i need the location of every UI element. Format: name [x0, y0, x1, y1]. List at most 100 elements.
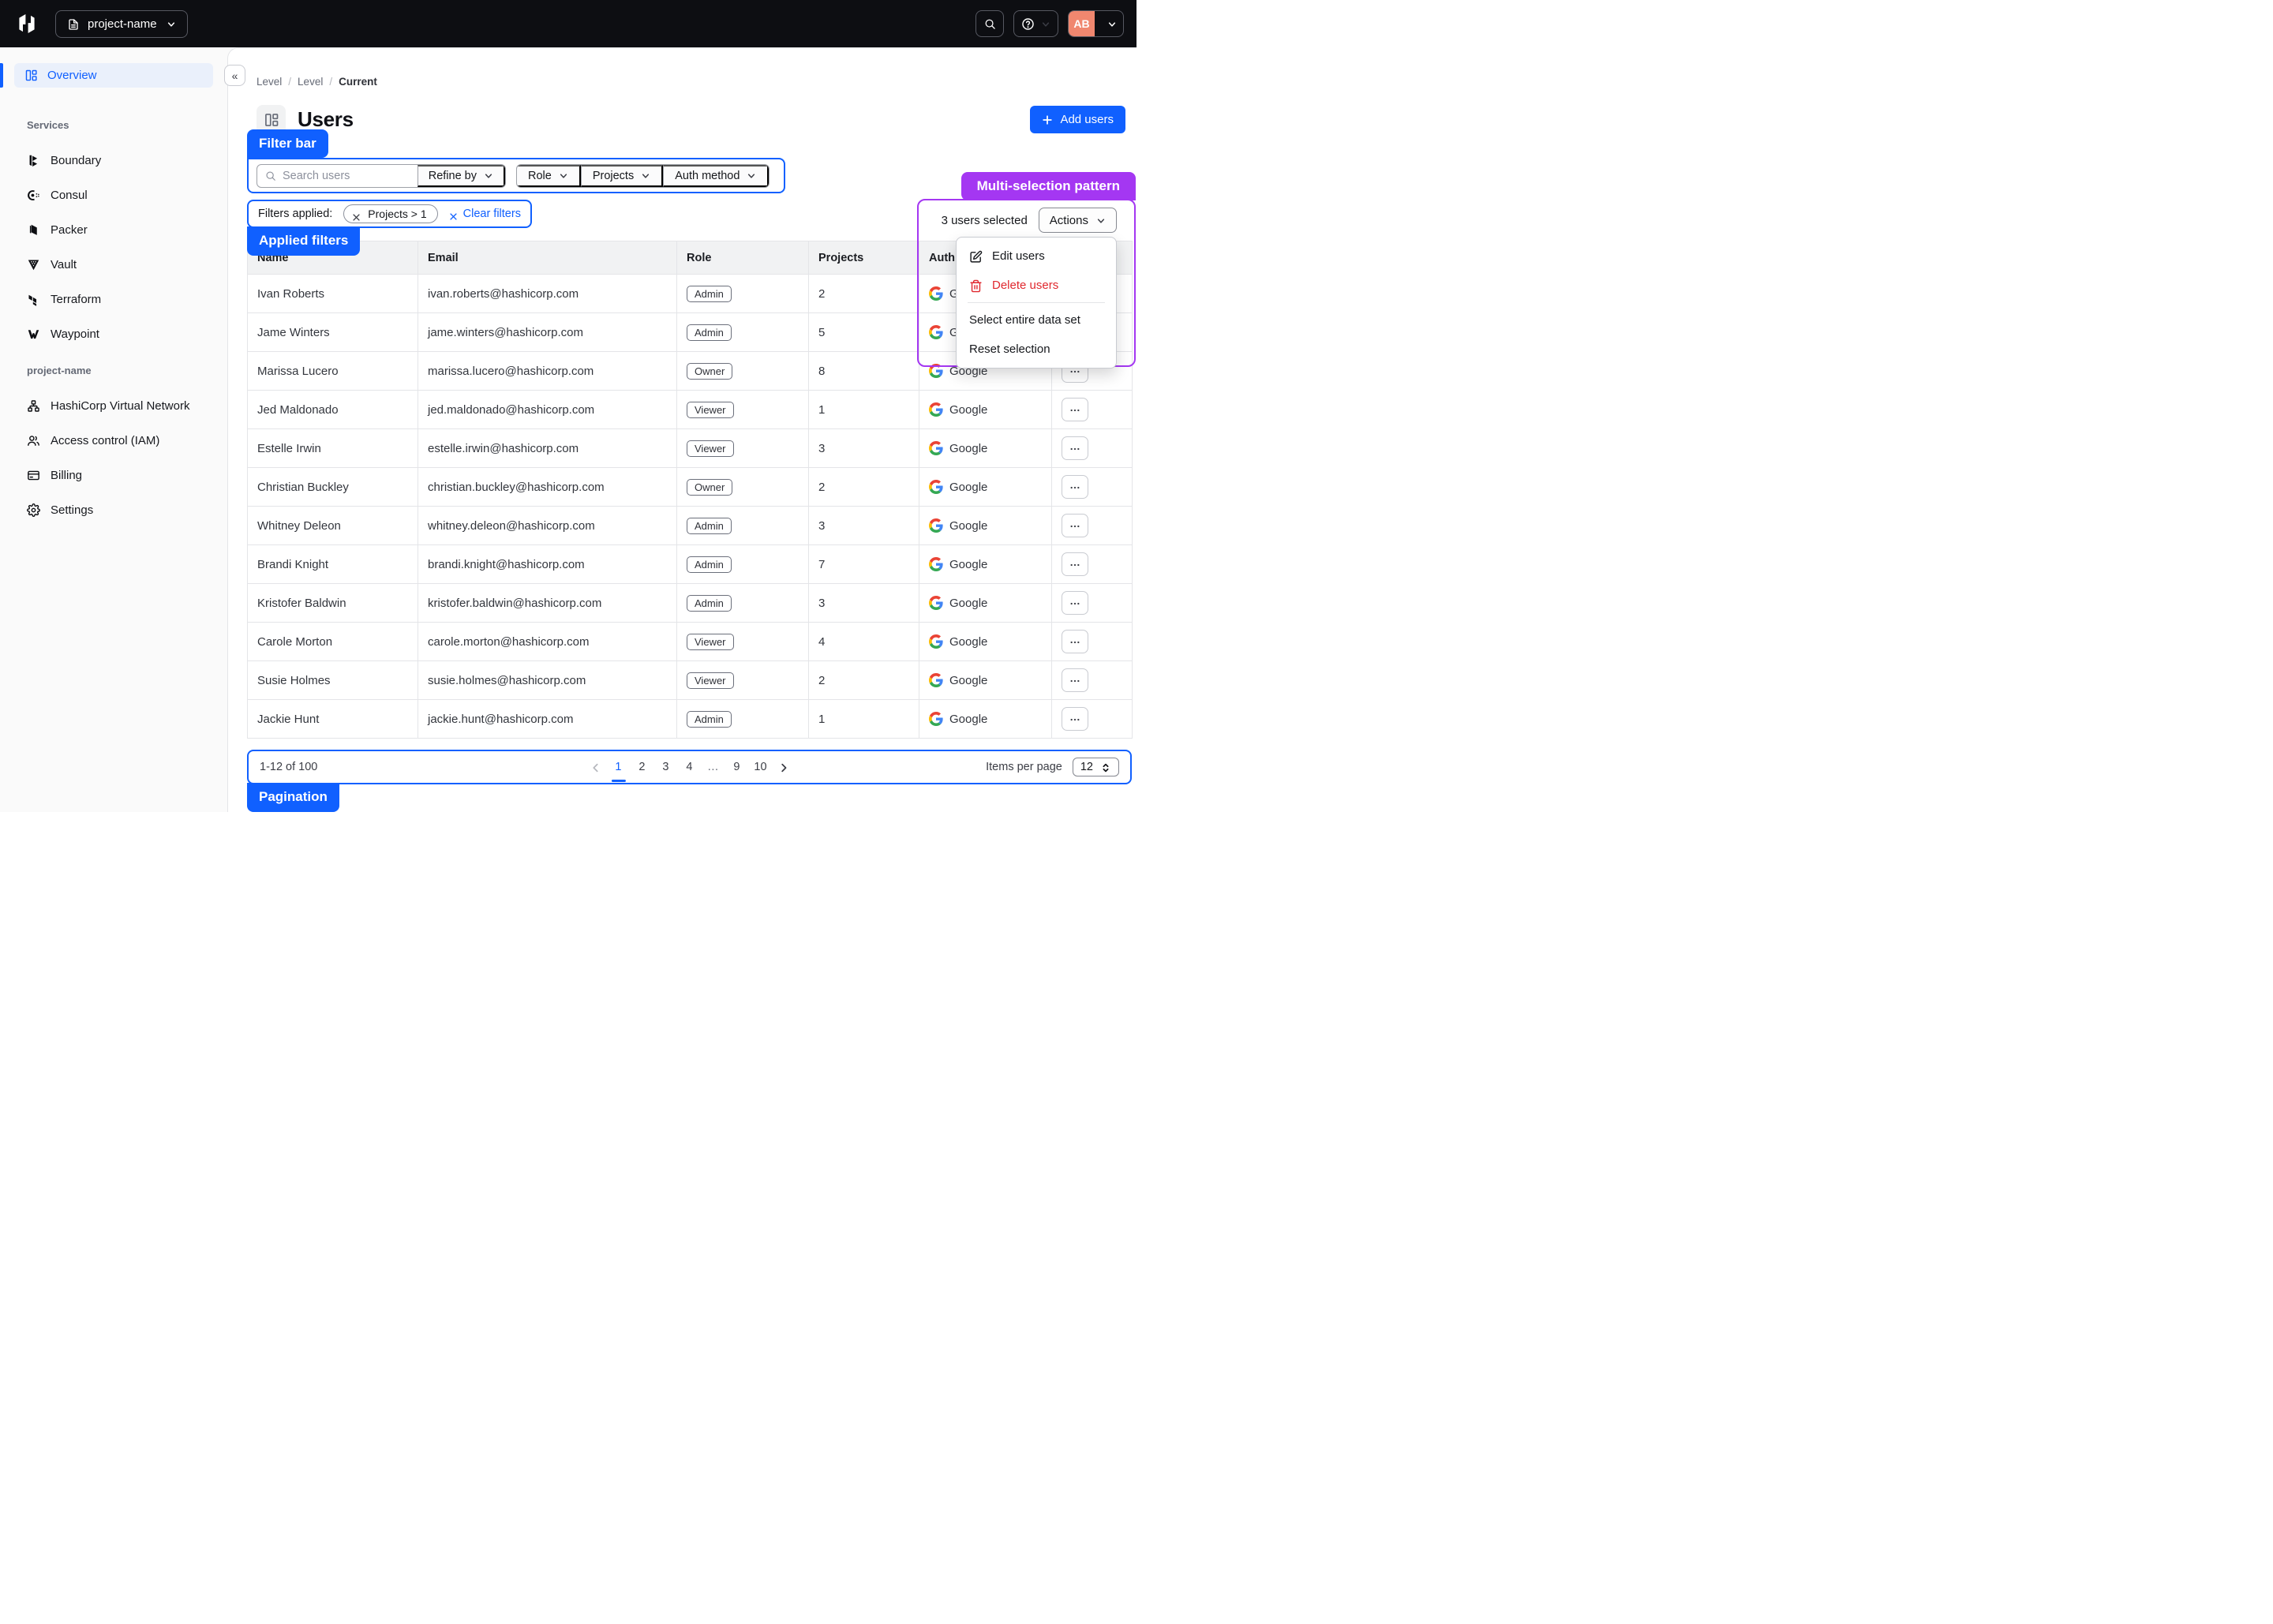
help-menu-button[interactable] — [1013, 10, 1058, 37]
row-overflow-menu-button[interactable] — [1062, 436, 1088, 460]
project-selector-label: project-name — [88, 17, 157, 31]
menu-item-edit-users[interactable]: Edit users — [957, 241, 1116, 271]
row-actions-cell — [1052, 507, 1133, 545]
actions-button[interactable]: Actions — [1039, 208, 1117, 233]
row-overflow-menu-button[interactable] — [1062, 668, 1088, 692]
sidebar-item-hashicorp-virtual-network[interactable]: HashiCorp Virtual Network — [0, 388, 227, 423]
user-auth-cell: Google — [919, 584, 1052, 623]
menu-item-select-entire-data-set[interactable]: Select entire data set — [957, 305, 1116, 335]
user-role-cell: Viewer — [677, 623, 809, 661]
filter-dropdown-auth-method[interactable]: Auth method — [663, 165, 769, 187]
actions-menu: Edit users Delete users Select entire data… — [956, 237, 1117, 369]
account-menu-button[interactable]: AB — [1068, 10, 1124, 37]
sidebar-item-vault[interactable]: Vault — [0, 247, 227, 282]
chevron-down-icon — [1041, 17, 1050, 30]
sidebar-item-label: Boundary — [51, 154, 101, 167]
breadcrumb-link[interactable]: Level — [298, 76, 323, 88]
menu-item-delete-users[interactable]: Delete users — [957, 271, 1116, 300]
menu-item-label: Edit users — [992, 249, 1045, 263]
sidebar-item-waypoint[interactable]: Waypoint — [0, 316, 227, 351]
sidebar-item-billing[interactable]: Billing — [0, 458, 227, 492]
page-title: Users — [298, 107, 354, 132]
overview-grid-icon — [24, 69, 38, 83]
global-search-button[interactable] — [975, 10, 1004, 37]
table-row: Jed Maldonadojed.maldonado@hashicorp.com… — [248, 391, 1133, 429]
active-indicator-bar — [0, 63, 3, 88]
table-row: Christian Buckleychristian.buckley@hashi… — [248, 468, 1133, 507]
table-row: Jackie Huntjackie.hunt@hashicorp.comAdmi… — [248, 700, 1133, 739]
sidebar-item-overview[interactable]: Overview — [14, 63, 213, 88]
search-group: Refine by — [257, 164, 506, 188]
sidebar: Overview ServicesBoundaryConsulPackerVau… — [0, 47, 227, 812]
sidebar-collapse-button[interactable]: « — [224, 65, 245, 86]
user-email-cell: susie.holmes@hashicorp.com — [418, 661, 677, 700]
chevron-down-icon — [1101, 17, 1123, 30]
ellipsis-icon — [1069, 597, 1081, 609]
refine-by-button[interactable]: Refine by — [418, 165, 505, 187]
sidebar-item-terraform[interactable]: Terraform — [0, 282, 227, 316]
auth-method: Google — [929, 673, 1042, 687]
breadcrumb-link[interactable]: Level — [257, 76, 282, 88]
menu-item-label: Delete users — [992, 279, 1058, 292]
clear-filters-link[interactable]: Clear filters — [449, 208, 521, 220]
ellipsis-icon — [1069, 442, 1081, 455]
user-projects-cell: 1 — [809, 700, 919, 739]
terraform-icon — [27, 293, 40, 306]
pagination-previous-button[interactable] — [586, 761, 604, 773]
items-per-page-select[interactable]: 12 — [1073, 758, 1119, 776]
row-overflow-menu-button[interactable] — [1062, 591, 1088, 615]
pagination-page-9[interactable]: 9 — [727, 759, 746, 775]
filters-applied-label: Filters applied: — [258, 208, 332, 220]
pagination-page-10[interactable]: 10 — [751, 759, 770, 775]
search-input-wrapper — [257, 165, 418, 187]
row-overflow-menu-button[interactable] — [1062, 475, 1088, 499]
user-role-cell: Admin — [677, 584, 809, 623]
user-projects-cell: 2 — [809, 661, 919, 700]
role-badge: Admin — [687, 286, 732, 302]
row-overflow-menu-button[interactable] — [1062, 552, 1088, 576]
role-badge: Admin — [687, 556, 732, 573]
pagination-page-2[interactable]: 2 — [632, 759, 651, 775]
menu-item-reset-selection[interactable]: Reset selection — [957, 335, 1116, 364]
pagination-page-3[interactable]: 3 — [656, 759, 675, 775]
row-overflow-menu-button[interactable] — [1062, 514, 1088, 537]
user-name-cell: Ivan Roberts — [248, 275, 418, 313]
pagination-next-button[interactable] — [775, 761, 792, 773]
annotation-pagination: Pagination — [247, 783, 339, 811]
auth-method-label: Google — [949, 635, 987, 649]
google-icon — [929, 518, 943, 533]
row-overflow-menu-button[interactable] — [1062, 398, 1088, 421]
user-name-cell: Estelle Irwin — [248, 429, 418, 468]
pagination-page-1[interactable]: 1 — [609, 759, 627, 775]
auth-method: Google — [929, 557, 1042, 571]
user-role-cell: Admin — [677, 700, 809, 739]
sidebar-item-label: Consul — [51, 189, 88, 202]
row-actions-cell — [1052, 429, 1133, 468]
pagination-page-4[interactable]: 4 — [680, 759, 698, 775]
google-icon — [929, 596, 943, 610]
add-users-button[interactable]: Add users — [1030, 106, 1125, 133]
filter-dropdown-role[interactable]: Role — [517, 165, 581, 187]
filter-dropdown-projects[interactable]: Projects — [581, 165, 663, 187]
table-row: Estelle Irwinestelle.irwin@hashicorp.com… — [248, 429, 1133, 468]
chevron-down-icon — [1096, 214, 1106, 227]
search-users-input[interactable] — [283, 170, 410, 182]
user-name-cell: Jame Winters — [248, 313, 418, 352]
sidebar-item-access-control-iam[interactable]: Access control (IAM) — [0, 423, 227, 458]
user-name-cell: Marissa Lucero — [248, 352, 418, 391]
sidebar-item-consul[interactable]: Consul — [0, 178, 227, 212]
role-badge: Viewer — [687, 634, 734, 650]
user-email-cell: jame.winters@hashicorp.com — [418, 313, 677, 352]
ellipsis-icon — [1069, 481, 1081, 493]
row-overflow-menu-button[interactable] — [1062, 630, 1088, 653]
selection-toolbar: 3 users selected Actions — [942, 208, 1117, 233]
user-role-cell: Viewer — [677, 661, 809, 700]
sidebar-item-boundary[interactable]: Boundary — [0, 143, 227, 178]
row-overflow-menu-button[interactable] — [1062, 707, 1088, 731]
sidebar-item-settings[interactable]: Settings — [0, 492, 227, 527]
project-selector[interactable]: project-name — [55, 10, 188, 38]
filter-chip[interactable]: Projects > 1 — [343, 204, 437, 223]
user-email-cell: christian.buckley@hashicorp.com — [418, 468, 677, 507]
sidebar-item-packer[interactable]: Packer — [0, 212, 227, 247]
user-role-cell: Admin — [677, 313, 809, 352]
